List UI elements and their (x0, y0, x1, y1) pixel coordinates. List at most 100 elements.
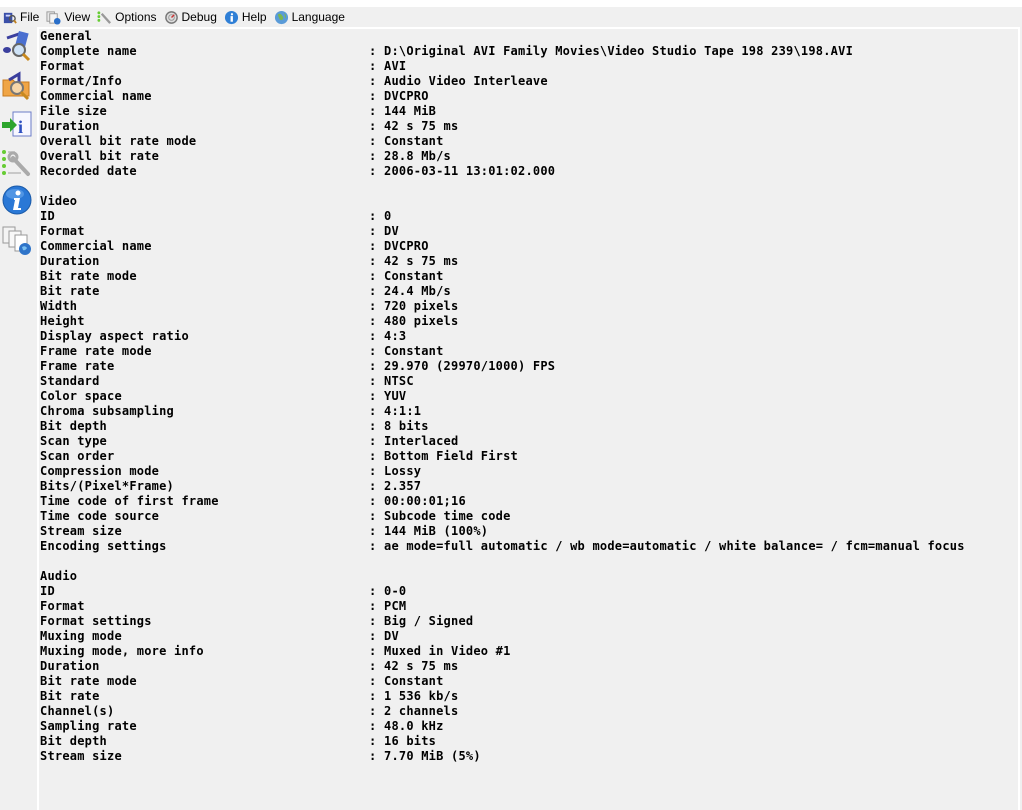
field-label: Chroma subsampling (40, 404, 175, 418)
field-value: DV (384, 224, 399, 238)
field-label: Commercial name (40, 239, 152, 253)
export-button[interactable]: i (0, 107, 34, 141)
menu-help[interactable]: Help (222, 7, 272, 27)
info-text-panel[interactable]: General Complete name: D:\Original AVI Fam… (37, 27, 1020, 810)
section-title-video: Video (40, 194, 78, 208)
field-value: PCM (384, 599, 407, 613)
info-row: Sampling rate:48.0 kHz (40, 719, 965, 734)
field-label: Complete name (40, 44, 137, 58)
help-icon (224, 10, 238, 24)
field-separator: : (369, 329, 377, 343)
field-label: Duration (40, 119, 100, 133)
field-separator: : (369, 509, 377, 523)
about-button[interactable] (0, 183, 34, 217)
info-row: Bit rate mode: Constant (40, 674, 965, 689)
field-label: Bit depth (40, 734, 108, 748)
field-value: Constant (384, 269, 444, 283)
field-separator: : (369, 749, 377, 763)
field-label: Bits/(Pixel*Frame) (40, 479, 175, 493)
info-row: Commercial name: DVCPRO (40, 89, 965, 104)
info-row: Recorded date:2006-03-11 13:01:02.000 (40, 164, 965, 179)
field-value: NTSC (384, 374, 414, 388)
field-label: Duration (40, 254, 100, 268)
info-row: Format: DV (40, 224, 965, 239)
field-label: Frame rate (40, 359, 115, 373)
field-value: 720 pixels (384, 299, 459, 313)
field-separator: : (369, 644, 377, 658)
field-separator: : (369, 674, 377, 688)
info-row: Frame rate mode: Constant (40, 344, 965, 359)
field-value: 48.0 kHz (384, 719, 444, 733)
field-separator: : (369, 44, 377, 58)
menu-language[interactable]: Language (272, 7, 350, 27)
field-value: 4:3 (384, 329, 407, 343)
field-separator: : (369, 479, 377, 493)
field-separator: : (369, 689, 377, 703)
info-row: Standard: NTSC (40, 374, 965, 389)
info-row: Duration:42 s 75 ms (40, 254, 965, 269)
field-label: File size (40, 104, 108, 118)
field-separator: : (369, 254, 377, 268)
field-value: Subcode time code (384, 509, 511, 523)
info-row: Color space: YUV (40, 389, 965, 404)
info-row: Bit rate:24.4 Mb/s (40, 284, 965, 299)
menu-view[interactable]: View (44, 7, 95, 27)
preferences-button[interactable] (0, 145, 34, 179)
field-separator: : (369, 719, 377, 733)
field-label: Scan type (40, 434, 108, 448)
media-file-search-icon (3, 30, 31, 62)
info-row: Bit rate:1 536 kb/s (40, 689, 965, 704)
language-icon (274, 10, 288, 24)
field-value: YUV (384, 389, 407, 403)
field-separator: : (369, 404, 377, 418)
field-value: 144 MiB (384, 104, 437, 118)
open-folder-button[interactable] (0, 69, 34, 103)
menu-options[interactable]: Options (95, 7, 161, 27)
field-label: Height (40, 314, 85, 328)
field-separator: : (369, 374, 377, 388)
website-button[interactable] (0, 223, 34, 257)
field-label: Color space (40, 389, 122, 403)
field-value: 8 bits (384, 419, 429, 433)
info-row: Stream size:144 MiB (100%) (40, 524, 965, 539)
field-value: ae mode=full automatic / wb mode=automat… (384, 539, 965, 553)
field-separator: : (369, 134, 377, 148)
info-row: Scan type: Interlaced (40, 434, 965, 449)
field-separator: : (369, 494, 377, 508)
field-label: Overall bit rate (40, 149, 160, 163)
field-value: 16 bits (384, 734, 437, 748)
menu-bar: File View Options Debug Help Language (0, 7, 1022, 27)
field-label: Format (40, 224, 85, 238)
field-value: 2006-03-11 13:01:02.000 (384, 164, 556, 178)
field-separator: : (369, 284, 377, 298)
menu-file[interactable]: File (0, 7, 44, 27)
field-separator: : (369, 239, 377, 253)
field-value: Big / Signed (384, 614, 474, 628)
field-value: 1 536 kb/s (384, 689, 459, 703)
field-separator: : (369, 389, 377, 403)
view-icon (46, 10, 61, 25)
info-row: ID:0 (40, 209, 965, 224)
menu-options-label: Options (115, 10, 157, 24)
settings-wrench-icon (2, 150, 30, 176)
info-row: Muxing mode: DV (40, 629, 965, 644)
open-file-button[interactable] (0, 29, 34, 63)
field-value: Bottom Field First (384, 449, 519, 463)
field-label: Bit rate mode (40, 269, 137, 283)
field-separator: : (369, 149, 377, 163)
field-separator: : (369, 614, 377, 628)
field-separator: : (369, 599, 377, 613)
field-value: Lossy (384, 464, 422, 478)
field-value: Muxed in Video #1 (384, 644, 511, 658)
field-value: 24.4 Mb/s (384, 284, 452, 298)
field-value: 0-0 (384, 584, 407, 598)
info-row: Muxing mode, more info: Muxed in Video #1 (40, 644, 965, 659)
menu-debug[interactable]: Debug (162, 7, 222, 27)
field-value: Constant (384, 134, 444, 148)
field-label: Scan order (40, 449, 115, 463)
info-row: Complete name: D:\Original AVI Family Mov… (40, 44, 965, 59)
field-separator: : (369, 419, 377, 433)
field-label: Standard (40, 374, 100, 388)
